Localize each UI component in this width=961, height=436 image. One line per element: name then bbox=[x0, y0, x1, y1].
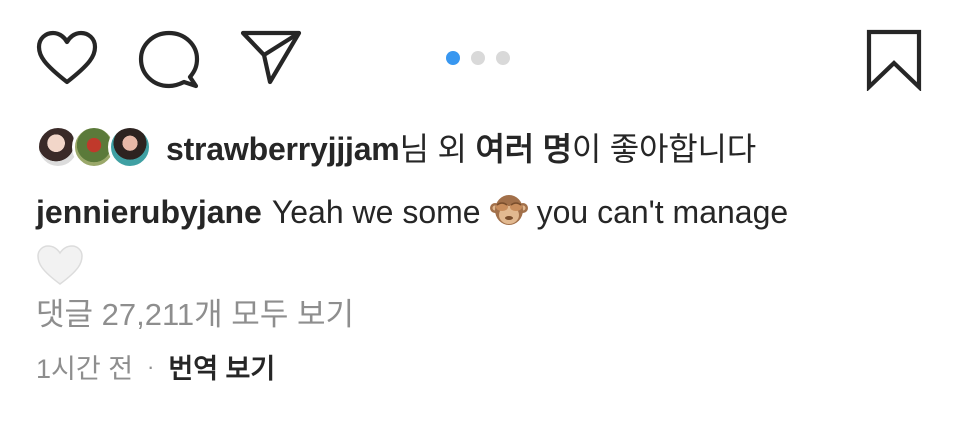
share-icon[interactable] bbox=[240, 29, 302, 85]
likes-row[interactable]: strawberryjjjam님 외 여러 명이 좋아합니다 bbox=[36, 123, 756, 171]
likes-others-link[interactable]: 여러 명 bbox=[475, 131, 572, 167]
liker-avatars[interactable] bbox=[36, 125, 152, 169]
caption-username[interactable]: jennierubyjane bbox=[36, 194, 262, 230]
carousel-dot bbox=[496, 51, 510, 65]
caption-text-after: you can't manage bbox=[536, 194, 789, 230]
post-meta: 1시간 전 · 번역 보기 bbox=[36, 347, 275, 386]
caption: jennierubyjane Yeah we some you can't man… bbox=[36, 191, 916, 296]
meta-separator: · bbox=[147, 353, 155, 379]
likes-text: strawberryjjjam님 외 여러 명이 좋아합니다 bbox=[166, 124, 756, 170]
view-all-comments-link[interactable]: 댓글 27,211개 모두 보기 bbox=[36, 289, 354, 334]
carousel-dot-active bbox=[446, 51, 460, 65]
carousel-dot bbox=[471, 51, 485, 65]
translate-button[interactable]: 번역 보기 bbox=[168, 347, 275, 386]
see-no-evil-monkey-icon bbox=[489, 192, 529, 240]
comment-icon[interactable] bbox=[138, 30, 200, 90]
heart-icon[interactable] bbox=[36, 30, 98, 86]
bookmark-icon[interactable] bbox=[866, 29, 922, 91]
liker-username[interactable]: strawberryjjjam bbox=[166, 131, 400, 167]
carousel-indicator bbox=[446, 51, 510, 65]
likes-suffix-2: 이 좋아합니다 bbox=[571, 131, 757, 167]
post-timestamp: 1시간 전 bbox=[36, 354, 134, 384]
likes-suffix-1: 님 외 bbox=[399, 131, 476, 167]
caption-text-before: Yeah we some bbox=[271, 194, 481, 230]
avatar[interactable] bbox=[108, 125, 152, 169]
